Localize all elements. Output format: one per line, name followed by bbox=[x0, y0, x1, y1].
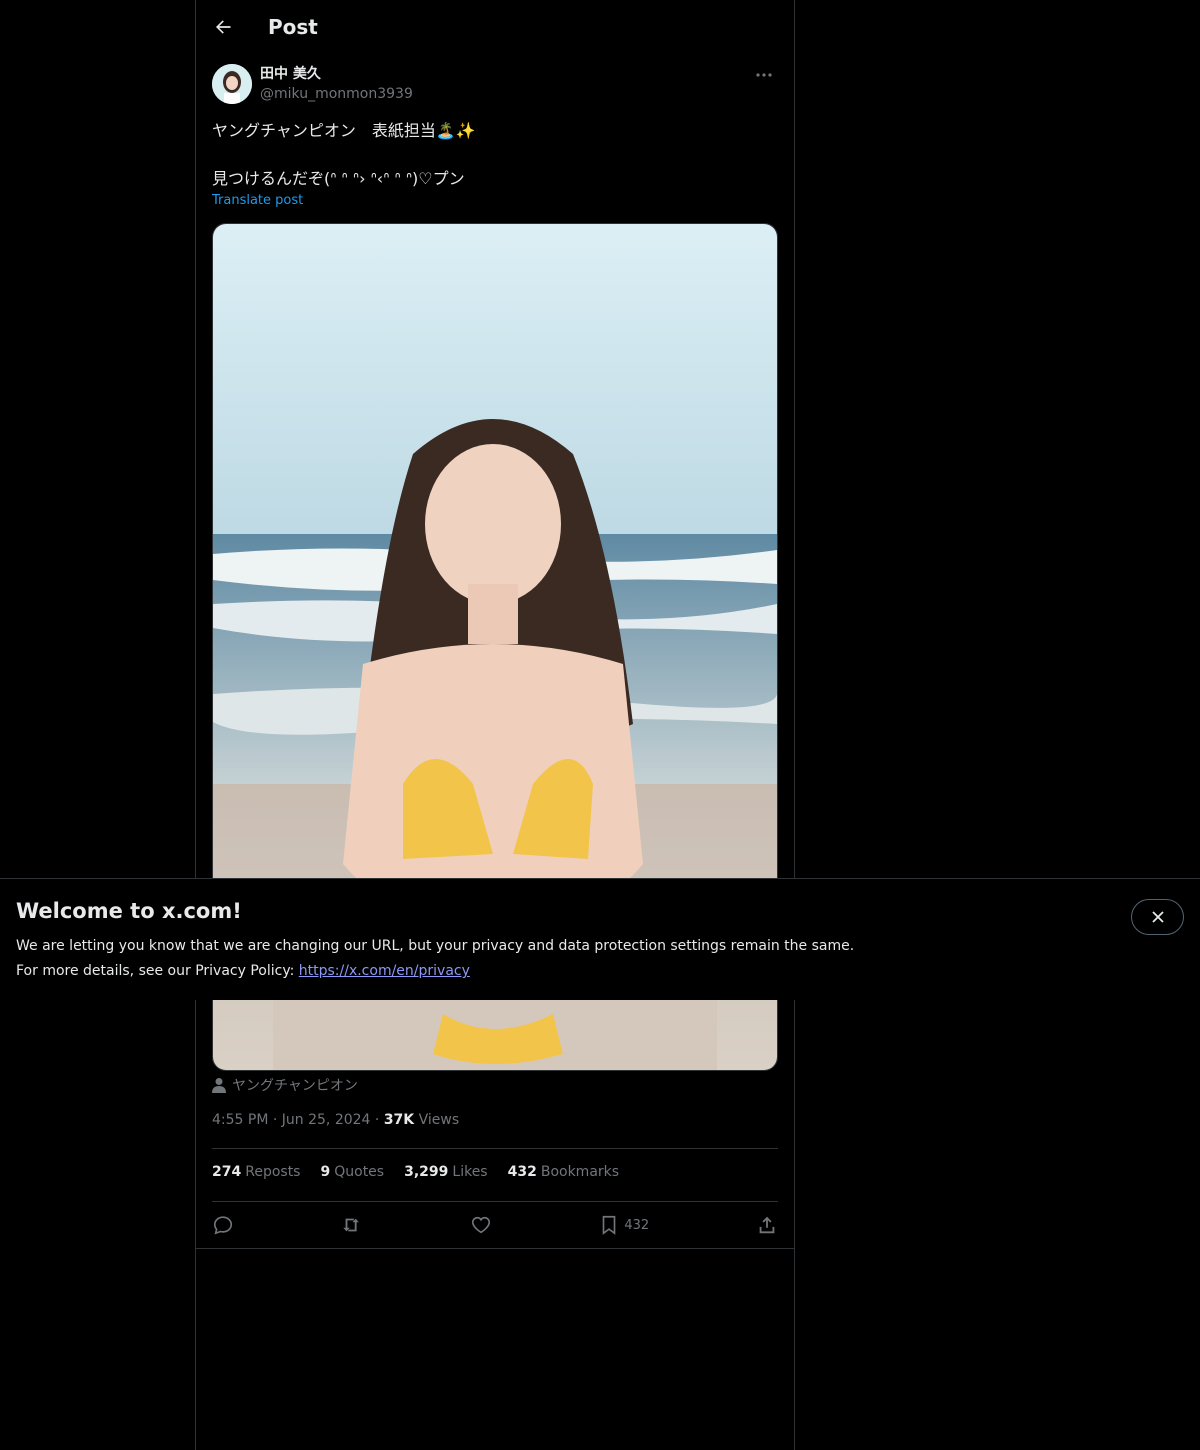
share-icon bbox=[759, 1216, 775, 1234]
heart-icon bbox=[471, 1216, 490, 1234]
reposts-stat[interactable]: 274 Reposts bbox=[212, 1164, 300, 1180]
arrow-left-icon bbox=[216, 19, 231, 34]
banner-title: Welcome to x.com! bbox=[16, 899, 242, 923]
quotes-stat[interactable]: 9 Quotes bbox=[320, 1164, 384, 1180]
post-author: 田中 美久 @miku_monmon3939 bbox=[212, 64, 778, 104]
divider bbox=[196, 1248, 794, 1249]
author-names: 田中 美久 @miku_monmon3939 bbox=[260, 64, 413, 104]
bookmark-button[interactable]: 432 bbox=[598, 1212, 649, 1238]
post-meta: 4:55 PM · Jun 25, 2024 · 37K Views bbox=[212, 1112, 460, 1128]
post-time[interactable]: 4:55 PM bbox=[212, 1112, 268, 1128]
views-label: Views bbox=[418, 1112, 460, 1128]
post-date[interactable]: Jun 25, 2024 bbox=[282, 1112, 371, 1128]
privacy-policy-link[interactable]: https://x.com/en/privacy bbox=[299, 963, 470, 979]
post-line-1: ヤングチャンピオン 表紙担当🏝️✨ bbox=[212, 121, 476, 140]
post-line-2: 見つけるんだぞ(ᐢ ᐢ ᐢ› ᐢ‹ᐢ ᐢ ᐢ)♡プン bbox=[212, 169, 465, 188]
bookmark-count: 432 bbox=[624, 1217, 650, 1233]
avatar-image bbox=[212, 64, 252, 104]
repost-button[interactable] bbox=[341, 1212, 363, 1238]
display-name[interactable]: 田中 美久 bbox=[260, 64, 413, 84]
repost-icon bbox=[343, 1218, 359, 1232]
close-banner-button[interactable] bbox=[1131, 899, 1184, 935]
main-column: Post 田中 美久 @miku_monmon3939 ヤングチャンピオン 表紙… bbox=[195, 0, 795, 1450]
reply-button[interactable] bbox=[212, 1212, 234, 1238]
bookmarks-stat[interactable]: 432 Bookmarks bbox=[508, 1164, 619, 1180]
banner-line-1: We are letting you know that we are chan… bbox=[16, 938, 855, 954]
bookmark-icon bbox=[603, 1215, 616, 1235]
translate-post-link[interactable]: Translate post bbox=[212, 193, 303, 208]
more-icon bbox=[756, 73, 772, 77]
reply-icon bbox=[213, 1216, 233, 1235]
banner-line-2: For more details, see our Privacy Policy… bbox=[16, 963, 470, 979]
like-button[interactable] bbox=[470, 1212, 492, 1238]
divider bbox=[212, 1201, 778, 1202]
page-title: Post bbox=[268, 14, 318, 39]
user-handle[interactable]: @miku_monmon3939 bbox=[260, 84, 413, 104]
avatar[interactable] bbox=[212, 64, 252, 104]
banner-message: We are letting you know that we are chan… bbox=[16, 934, 916, 984]
post-text: ヤングチャンピオン 表紙担当🏝️✨ 見つけるんだぞ(ᐢ ᐢ ᐢ› ᐢ‹ᐢ ᐢ ᐢ… bbox=[212, 119, 778, 191]
share-button[interactable] bbox=[756, 1212, 778, 1238]
person-icon bbox=[212, 1078, 226, 1093]
media-tag[interactable]: ヤングチャンピオン bbox=[212, 1075, 358, 1095]
close-icon bbox=[1151, 911, 1164, 923]
welcome-banner: Welcome to x.com! We are letting you kno… bbox=[0, 878, 1200, 1000]
divider bbox=[212, 1148, 778, 1149]
more-options-button[interactable] bbox=[750, 64, 778, 86]
engagement-stats: 274 Reposts 9 Quotes 3,299 Likes 432 Bookmar… bbox=[212, 1164, 619, 1180]
header: Post bbox=[196, 0, 794, 53]
back-button[interactable] bbox=[206, 10, 240, 44]
media-tag-label: ヤングチャンピオン bbox=[232, 1078, 358, 1094]
action-bar: 432 bbox=[212, 1212, 778, 1238]
views-count: 37K bbox=[383, 1112, 415, 1128]
likes-stat[interactable]: 3,299 Likes bbox=[404, 1164, 488, 1180]
